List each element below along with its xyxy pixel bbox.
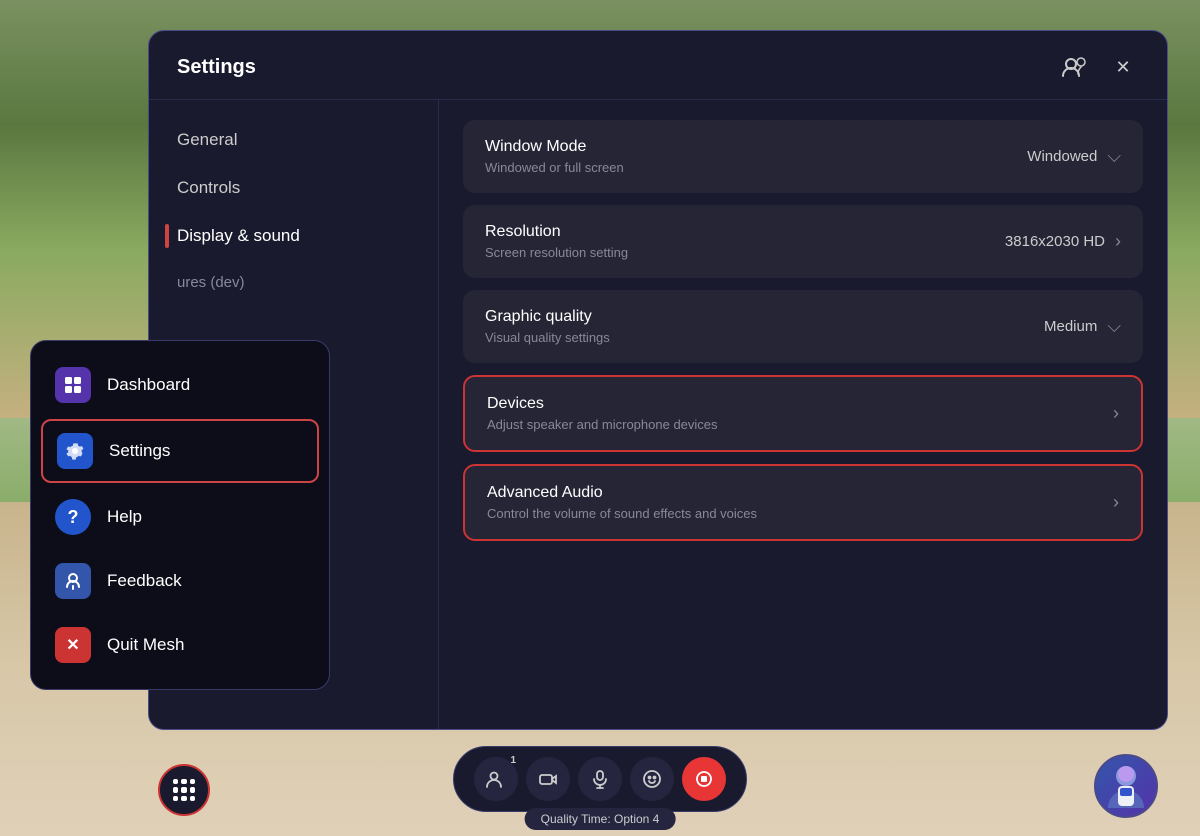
grid-menu-button[interactable] xyxy=(158,764,210,816)
menu-item-dashboard[interactable]: Dashboard xyxy=(31,353,329,417)
menu-item-quit[interactable]: ✕ Quit Mesh xyxy=(31,613,329,677)
sidebar-label-display-sound: Display & sound xyxy=(177,226,300,246)
menu-label-quit: Quit Mesh xyxy=(107,635,184,655)
menu-label-help: Help xyxy=(107,507,142,527)
menu-label-feedback: Feedback xyxy=(107,571,182,591)
sidebar-item-controls[interactable]: Controls xyxy=(149,164,438,212)
window-mode-value: Windowed xyxy=(1027,148,1097,165)
graphic-quality-chevron-down-icon: ⌵ xyxy=(1107,316,1121,337)
sidebar-label-controls: Controls xyxy=(177,178,240,198)
resolution-value: 3816x2030 HD xyxy=(1005,233,1105,250)
settings-header: Settings ✕ xyxy=(149,31,1167,100)
devices-right: › xyxy=(1113,403,1119,424)
graphic-quality-value: Medium xyxy=(1044,318,1097,335)
menu-label-dashboard: Dashboard xyxy=(107,375,190,395)
setting-row-left-resolution: Resolution Screen resolution setting xyxy=(485,223,628,260)
settings-content: Window Mode Windowed or full screen Wind… xyxy=(439,100,1167,729)
setting-row-left-advanced-audio: Advanced Audio Control the volume of sou… xyxy=(487,484,757,521)
window-mode-chevron-down-icon: ⌵ xyxy=(1107,146,1121,167)
menu-label-settings: Settings xyxy=(109,441,170,461)
advanced-audio-title: Advanced Audio xyxy=(487,484,757,502)
setting-row-left-devices: Devices Adjust speaker and microphone de… xyxy=(487,395,718,432)
menu-item-settings[interactable]: Settings xyxy=(41,419,319,483)
setting-row-graphic-quality[interactable]: Graphic quality Visual quality settings … xyxy=(463,290,1143,363)
resolution-chevron-right-icon: › xyxy=(1115,231,1121,252)
taskbar-people-button[interactable]: 1 xyxy=(474,757,518,801)
help-icon: ? xyxy=(55,499,91,535)
grid-icon xyxy=(173,779,195,801)
window-mode-right: Windowed ⌵ xyxy=(1027,146,1121,167)
multiuser-icon-btn[interactable] xyxy=(1059,51,1091,83)
resolution-right: 3816x2030 HD › xyxy=(1005,231,1121,252)
setting-row-devices[interactable]: Devices Adjust speaker and microphone de… xyxy=(463,375,1143,452)
graphic-quality-title: Graphic quality xyxy=(485,308,610,326)
sidebar-item-general[interactable]: General xyxy=(149,116,438,164)
quit-icon: ✕ xyxy=(55,627,91,663)
taskbar-camera-button[interactable] xyxy=(526,757,570,801)
menu-item-help[interactable]: ? Help xyxy=(31,485,329,549)
app-menu: Dashboard Settings ? Help Feedback xyxy=(30,340,330,690)
setting-row-left-graphic-quality: Graphic quality Visual quality settings xyxy=(485,308,610,345)
sidebar-item-display-sound[interactable]: Display & sound xyxy=(149,212,438,260)
avatar-button[interactable] xyxy=(1094,754,1158,818)
status-bar: Quality Time: Option 4 xyxy=(525,808,676,830)
sidebar-item-dev: ures (dev) xyxy=(149,260,438,305)
feedback-icon xyxy=(55,563,91,599)
graphic-quality-subtitle: Visual quality settings xyxy=(485,330,610,345)
setting-row-advanced-audio[interactable]: Advanced Audio Control the volume of sou… xyxy=(463,464,1143,541)
settings-title: Settings xyxy=(177,56,256,79)
setting-row-window-mode[interactable]: Window Mode Windowed or full screen Wind… xyxy=(463,120,1143,193)
setting-row-resolution[interactable]: Resolution Screen resolution setting 381… xyxy=(463,205,1143,278)
advanced-audio-subtitle: Control the volume of sound effects and … xyxy=(487,506,757,521)
taskbar-record-button[interactable] xyxy=(682,757,726,801)
resolution-title: Resolution xyxy=(485,223,628,241)
close-icon: ✕ xyxy=(1115,57,1130,78)
taskbar: 1 xyxy=(453,746,747,812)
sidebar-label-general: General xyxy=(177,130,237,150)
header-icons: ✕ xyxy=(1059,51,1139,83)
setting-row-left-window-mode: Window Mode Windowed or full screen xyxy=(485,138,624,175)
devices-title: Devices xyxy=(487,395,718,413)
people-badge: 1 xyxy=(510,755,516,766)
advanced-audio-right: › xyxy=(1113,492,1119,513)
taskbar-mic-button[interactable] xyxy=(578,757,622,801)
settings-gear-icon xyxy=(57,433,93,469)
window-mode-title: Window Mode xyxy=(485,138,624,156)
graphic-quality-right: Medium ⌵ xyxy=(1044,316,1121,337)
resolution-subtitle: Screen resolution setting xyxy=(485,245,628,260)
close-button[interactable]: ✕ xyxy=(1107,51,1139,83)
status-text: Quality Time: Option 4 xyxy=(541,812,660,826)
advanced-audio-chevron-right-icon: › xyxy=(1113,492,1119,513)
devices-subtitle: Adjust speaker and microphone devices xyxy=(487,417,718,432)
dashboard-icon xyxy=(55,367,91,403)
taskbar-emoji-button[interactable] xyxy=(630,757,674,801)
devices-chevron-right-icon: › xyxy=(1113,403,1119,424)
menu-item-feedback[interactable]: Feedback xyxy=(31,549,329,613)
window-mode-subtitle: Windowed or full screen xyxy=(485,160,624,175)
